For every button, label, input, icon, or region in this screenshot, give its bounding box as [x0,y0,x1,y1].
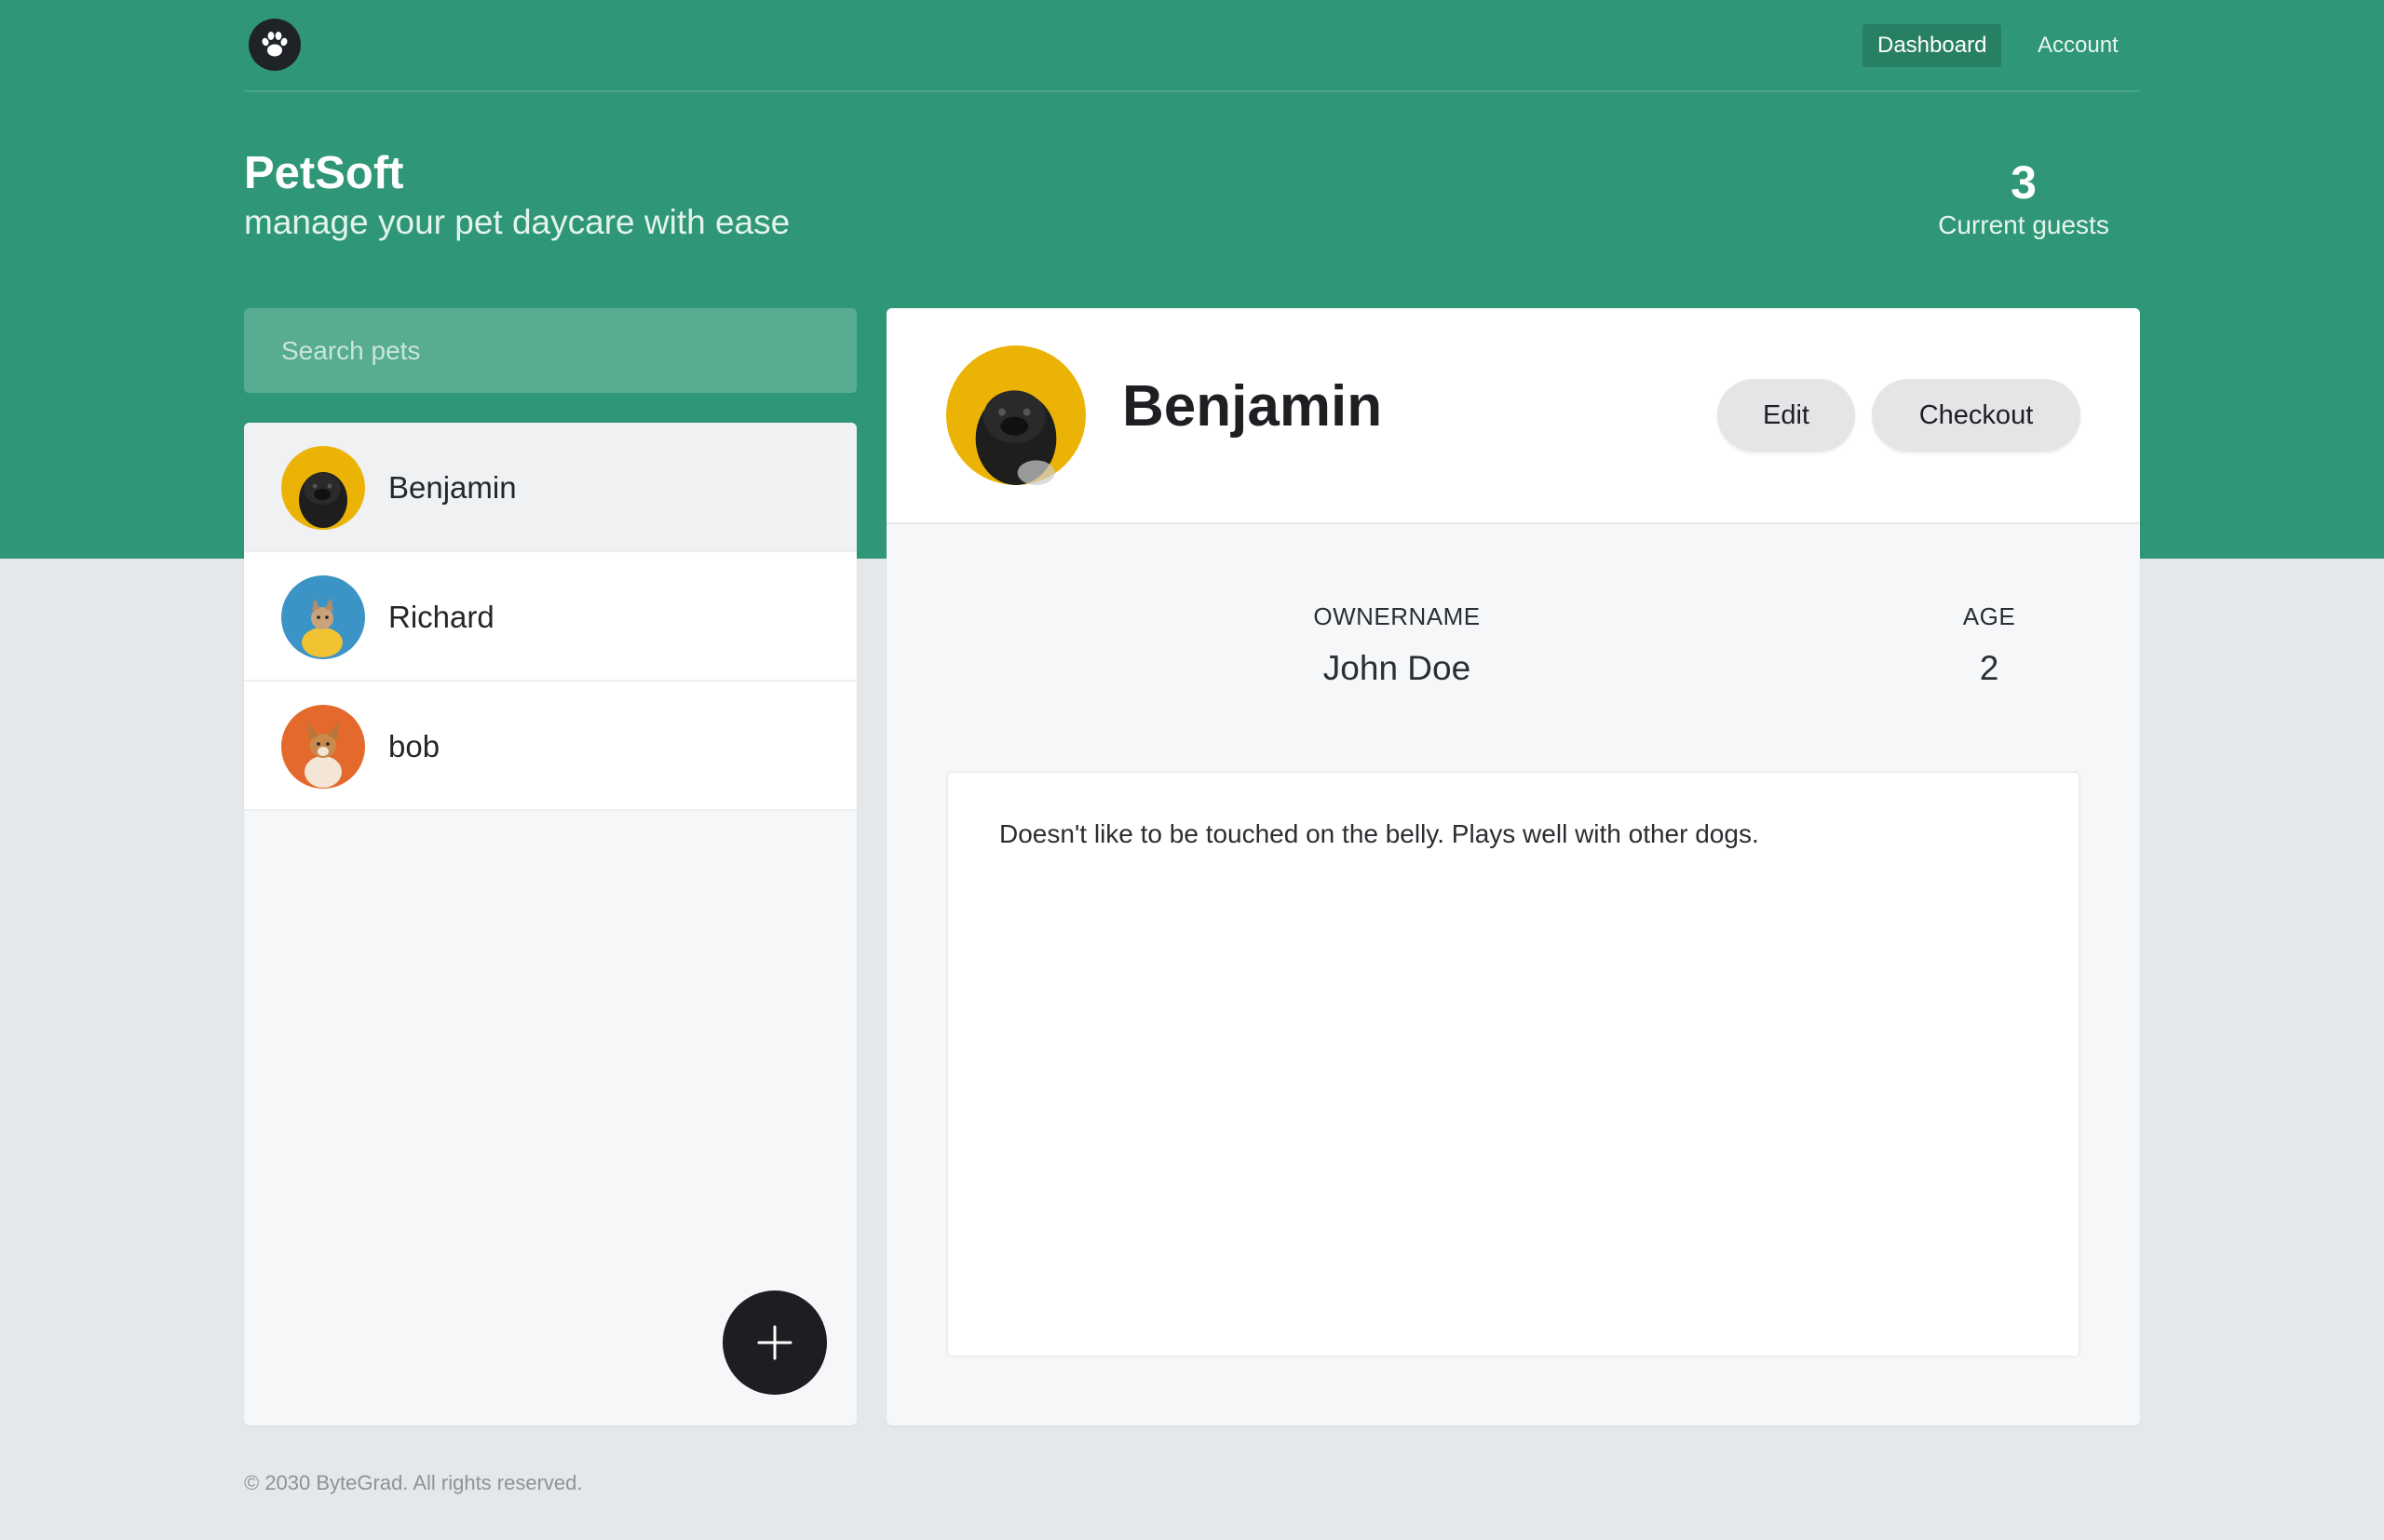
nav-account[interactable]: Account [2023,24,2133,67]
guests-count: 3 [2011,156,2037,209]
pet-avatar [281,575,365,659]
app-title: PetSoft [244,148,404,198]
checkout-button[interactable]: Checkout [1872,379,2080,452]
edit-button[interactable]: Edit [1717,379,1855,452]
pet-list-item-richard[interactable]: Richard [244,552,857,682]
pet-detail-name: Benjamin [1122,374,1383,439]
logo[interactable] [249,19,301,71]
owner-value: John Doe [1322,649,1471,687]
plus-icon [757,1325,792,1360]
guests-label: Current guests [1938,210,2109,239]
pet-list-item-benjamin[interactable]: Benjamin [244,423,857,552]
footer-copyright: © 2030 ByteGrad. All rights reserved. [244,1471,583,1494]
pet-details-header: Benjamin Edit Checkout [887,308,2140,524]
pet-avatar [281,705,365,789]
pet-name: bob [388,729,440,763]
pet-notes: Doesn't like to be touched on the belly.… [946,771,2080,1358]
age-value: 2 [1979,649,1999,687]
guests-stat: 3 Current guests [1907,155,2140,240]
pet-list-item-bob[interactable]: bob [244,682,857,811]
search-input[interactable] [244,308,857,393]
owner-label: OWNERNAME [1313,602,1481,630]
pet-name: Richard [388,600,494,634]
top-nav: Dashboard Account [244,0,2140,92]
paw-icon [262,32,288,57]
add-pet-button[interactable] [723,1290,827,1395]
page: Dashboard Account PetSoft manage your pe… [244,0,2140,1540]
pet-details: Benjamin Edit Checkout OWNERNAME John Do… [887,308,2140,1425]
pet-detail-avatar [946,345,1086,485]
app-subtitle: manage your pet daycare with ease [244,203,791,241]
nav-dashboard[interactable]: Dashboard [1862,24,2002,67]
age-label: AGE [1962,602,2016,630]
pet-avatar [281,446,365,530]
pet-list: Benjamin Richard bob [244,423,857,1425]
pet-name: Benjamin [388,470,517,505]
